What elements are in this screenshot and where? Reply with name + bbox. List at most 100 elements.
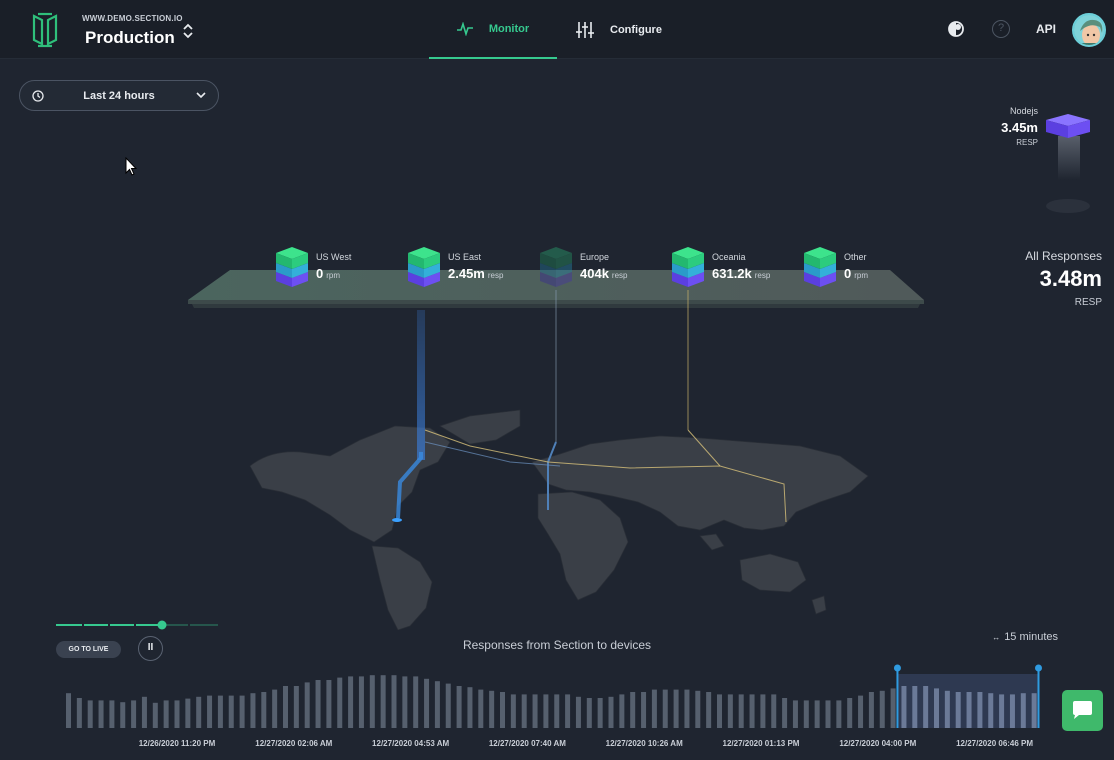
time-range-value: Last 24 hours: [83, 90, 155, 102]
region-us-west[interactable]: US West 0 rpm: [274, 245, 351, 294]
timeline-bar: [966, 692, 972, 728]
timeline-bar: [120, 702, 126, 728]
timeline-bar: [163, 700, 169, 728]
timeline-bar: [380, 675, 386, 728]
timeline-bar: [586, 698, 592, 728]
region-cube-icon: [276, 247, 308, 287]
region-other[interactable]: Other 0 rpm: [802, 245, 868, 294]
timeline-bar: [434, 681, 440, 728]
selection-end-knob: [1035, 664, 1042, 672]
api-link[interactable]: API: [1036, 22, 1056, 36]
timeline-bar: [673, 689, 679, 728]
timeline-bar: [543, 694, 549, 728]
theme-toggle-icon[interactable]: [948, 21, 964, 37]
timeline-bar: [315, 680, 321, 728]
timeline-bar: [771, 694, 777, 728]
timeline-bar: [239, 695, 245, 728]
timeline-bar: [684, 689, 690, 728]
x-axis-label: 12/27/2020 04:53 AM: [372, 739, 449, 748]
tab-label: Configure: [610, 23, 662, 36]
timeline-bar: [847, 698, 853, 728]
region-europe[interactable]: Europe 404k resp: [538, 245, 627, 294]
timeline-bar: [760, 694, 766, 728]
timeline-bar: [879, 690, 885, 728]
timeline-bar: [727, 694, 733, 728]
timeline-bar: [413, 676, 419, 728]
timeline-bar: [369, 675, 375, 728]
timeline-bar: [868, 692, 874, 728]
timeline-bar: [858, 695, 864, 728]
avatar[interactable]: [1072, 13, 1106, 47]
region-value: 0 rpm: [844, 266, 869, 281]
timeline-bar: [890, 688, 896, 728]
timeline-bar: [217, 695, 223, 728]
timeline-bar: [87, 700, 93, 728]
timeline-bar: [348, 676, 354, 728]
timeline-bar: [196, 696, 202, 728]
timeline-bar: [174, 700, 180, 728]
tab-configure[interactable]: Configure: [576, 0, 676, 59]
timeline-bar: [619, 694, 625, 728]
region-oceania[interactable]: Oceania 631.2k resp: [670, 245, 770, 294]
timeline-bar: [424, 678, 430, 728]
playback-slider[interactable]: [56, 620, 218, 630]
time-range-select[interactable]: Last 24 hours: [19, 80, 219, 111]
timeline-bar: [478, 689, 484, 728]
timeline-bar: [955, 692, 961, 728]
timeline-bar: [489, 690, 495, 728]
timeline-bar: [695, 690, 701, 728]
network-scene: [188, 270, 924, 630]
nodejs-unit: RESP: [1016, 138, 1038, 147]
environment-name[interactable]: Production: [85, 28, 175, 48]
monitor-pulse-icon: [456, 21, 473, 36]
timeline-bar: [782, 698, 788, 728]
configure-sliders-icon: [576, 21, 594, 38]
timeline-bar: [706, 692, 712, 728]
timeline-bar: [923, 686, 929, 728]
timeline-bar: [597, 698, 603, 728]
timeline-bar: [803, 700, 809, 728]
region-value: 2.45m resp: [448, 266, 504, 281]
chat-button[interactable]: [1062, 690, 1103, 731]
section-logo-icon[interactable]: [32, 12, 58, 48]
nodejs-node-block[interactable]: [1044, 112, 1094, 214]
tab-monitor[interactable]: Monitor: [429, 0, 557, 59]
timeline-bar: [717, 694, 722, 728]
timeline-bar: [467, 687, 473, 728]
timeline-bar: [934, 688, 939, 728]
chevron-updown-icon[interactable]: [181, 22, 195, 40]
timeline-bar: [293, 686, 299, 728]
timeline-bar: [109, 700, 115, 728]
selection-start-knob: [893, 664, 901, 672]
timeline-bar: [402, 676, 408, 728]
region-name: US East: [448, 252, 482, 262]
timeline-bar: [641, 692, 647, 728]
chart-interval: ↔ 15 minutes: [992, 631, 1058, 643]
timeline-bar: [283, 686, 288, 728]
region-value: 404k resp: [580, 266, 628, 281]
timeline-bar: [836, 700, 842, 728]
timeline-bar: [944, 690, 950, 728]
timeline-bar: [792, 700, 798, 728]
timeline-bar: [977, 692, 983, 728]
region-name: Oceania: [712, 252, 746, 262]
timeline-bar: [554, 694, 560, 728]
region-cube-icon: [804, 247, 836, 287]
timeline-bar: [66, 693, 71, 728]
tab-label: Monitor: [488, 22, 530, 35]
region-cube-icon: [540, 247, 572, 287]
x-axis-label: 12/27/2020 02:06 AM: [255, 739, 332, 748]
region-us-east[interactable]: US East 2.45m resp: [406, 245, 503, 294]
timeline-bar: [510, 694, 516, 728]
help-icon[interactable]: ?: [992, 20, 1010, 38]
timeline-bar: [901, 686, 907, 728]
timeline-bar: [651, 689, 657, 728]
x-axis-label: 12/27/2020 10:26 AM: [606, 739, 683, 748]
region-name: Europe: [580, 252, 610, 262]
timeline-bar: [272, 689, 278, 728]
timeline-bar-chart[interactable]: 12/26/2020 11:20 PM 12/27/2020 02:06 AM 12…: [0, 660, 1114, 760]
chat-icon: [1073, 701, 1092, 719]
region-value: 0 rpm: [316, 266, 341, 281]
timeline-bar: [988, 693, 994, 728]
world-map: [249, 409, 869, 630]
